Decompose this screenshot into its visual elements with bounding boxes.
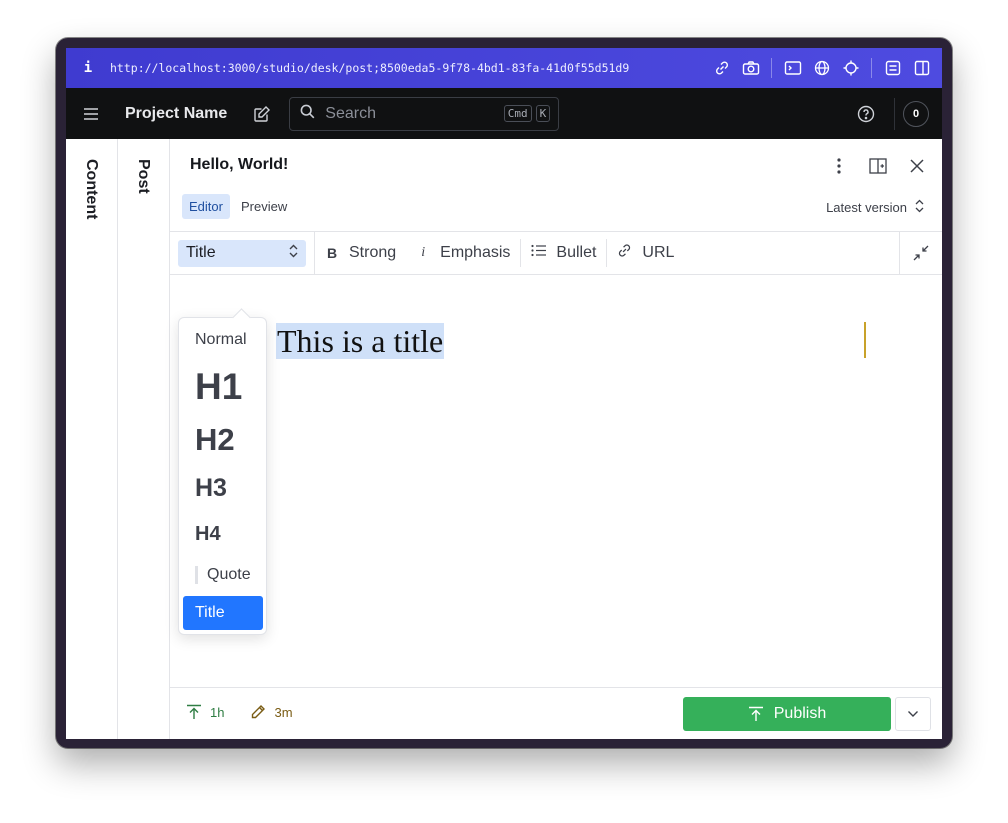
emphasis-button[interactable]: i Emphasis [406, 238, 520, 268]
block-style-value: Title [186, 244, 216, 261]
toolbar-divider [771, 58, 772, 78]
publish-arrow-icon [187, 704, 201, 719]
edited-status[interactable]: 3m [250, 704, 293, 720]
shortcut-key: K [535, 105, 551, 122]
toolbar-divider [871, 58, 872, 78]
tab-preview[interactable]: Preview [234, 194, 294, 219]
more-options-icon[interactable] [823, 153, 854, 179]
post-rail[interactable]: Post [118, 139, 170, 739]
notification-count-badge[interactable]: 0 [903, 100, 929, 127]
document-pane: Hello, World! Editor Preview Latest vers… [170, 139, 942, 739]
close-icon[interactable] [901, 153, 932, 179]
url-text[interactable]: http://localhost:3000/studio/desk/post;8… [110, 61, 707, 75]
style-option-h4[interactable]: H4 [195, 523, 221, 546]
help-icon[interactable] [844, 88, 888, 139]
style-option-quote-label: Quote [207, 566, 251, 583]
collapse-icon[interactable] [899, 232, 942, 274]
quote-bar-icon [195, 566, 198, 584]
style-option-title[interactable]: Title [183, 596, 263, 630]
post-rail-label: Post [135, 159, 152, 194]
text-caret [864, 322, 866, 358]
pane-actions [823, 153, 932, 179]
crosshair-icon[interactable] [836, 54, 865, 82]
publish-arrow-icon [748, 706, 763, 721]
header-divider [894, 97, 895, 130]
tab-editor[interactable]: Editor [182, 194, 230, 219]
version-label: Latest version [826, 200, 907, 215]
content-rail[interactable]: Content [66, 139, 118, 739]
url-label: URL [642, 244, 675, 261]
document-title: Hello, World! [190, 156, 289, 173]
document-tabs: Editor Preview [182, 194, 294, 219]
bullet-label: Bullet [556, 244, 597, 261]
style-option-normal[interactable]: Normal [195, 331, 247, 349]
link-icon [617, 243, 632, 263]
version-select[interactable]: Latest version [826, 199, 924, 216]
published-status[interactable]: 1h [186, 704, 224, 720]
app-window-frame: i http://localhost:3000/studio/desk/post… [56, 38, 952, 748]
style-option-h3[interactable]: H3 [195, 474, 227, 503]
emphasis-label: Emphasis [440, 244, 511, 261]
pencil-icon [252, 705, 266, 719]
selected-title-text[interactable]: This is a title [276, 323, 445, 359]
hamburger-menu-icon[interactable] [66, 88, 116, 139]
chevron-up-down-icon [915, 199, 924, 216]
italic-icon: i [421, 245, 426, 260]
strong-label: Strong [349, 244, 397, 261]
format-toolbar: Title B Strong i Emphasis Bullet URL [170, 231, 942, 275]
content-rail-label: Content [83, 159, 100, 220]
style-option-h2[interactable]: H2 [195, 422, 235, 458]
sidebar-toggle-icon[interactable] [907, 54, 936, 82]
block-style-select[interactable]: Title [178, 239, 306, 267]
search-placeholder: Search [325, 104, 376, 122]
shortcut-mod-key: Cmd [503, 105, 532, 122]
block-style-menu: Normal H1 H2 H3 H4 Quote Title [178, 317, 267, 635]
compose-icon[interactable] [247, 99, 277, 129]
published-ago: 1h [210, 704, 225, 720]
document-status: 1h 3m [186, 704, 293, 720]
editor-area[interactable]: This is a title [170, 275, 942, 687]
header-actions: 0 [844, 88, 942, 139]
link-icon[interactable] [707, 54, 736, 82]
browser-tools [707, 54, 942, 82]
chevron-down-icon [908, 711, 918, 717]
project-name[interactable]: Project Name [125, 105, 227, 123]
camera-icon[interactable] [736, 54, 765, 82]
style-option-h1[interactable]: H1 [195, 366, 242, 408]
split-pane-icon[interactable] [862, 153, 893, 179]
search-input[interactable]: Search Cmd K [289, 96, 560, 131]
settings-panel-icon[interactable] [878, 54, 907, 82]
terminal-icon[interactable] [778, 54, 807, 82]
globe-icon[interactable] [807, 54, 836, 82]
bold-icon: B [326, 245, 338, 261]
browser-url-bar: i http://localhost:3000/studio/desk/post… [66, 48, 942, 88]
info-icon[interactable]: i [66, 60, 110, 76]
url-button[interactable]: URL [607, 238, 684, 268]
publish-button[interactable]: Publish [683, 697, 891, 731]
document-footer: 1h 3m Publish [170, 687, 942, 739]
app-header: Project Name Search Cmd K 0 [66, 88, 942, 139]
bullet-list-icon [531, 244, 547, 262]
style-option-quote[interactable]: Quote [195, 566, 251, 584]
chevron-up-down-icon [289, 244, 298, 263]
edited-ago: 3m [274, 704, 293, 720]
bullet-button[interactable]: Bullet [521, 238, 606, 268]
publish-options-button[interactable] [895, 697, 931, 731]
strong-button[interactable]: B Strong [315, 238, 406, 268]
app-window: i http://localhost:3000/studio/desk/post… [66, 48, 942, 739]
publish-label: Publish [773, 705, 827, 722]
search-icon [300, 104, 315, 124]
